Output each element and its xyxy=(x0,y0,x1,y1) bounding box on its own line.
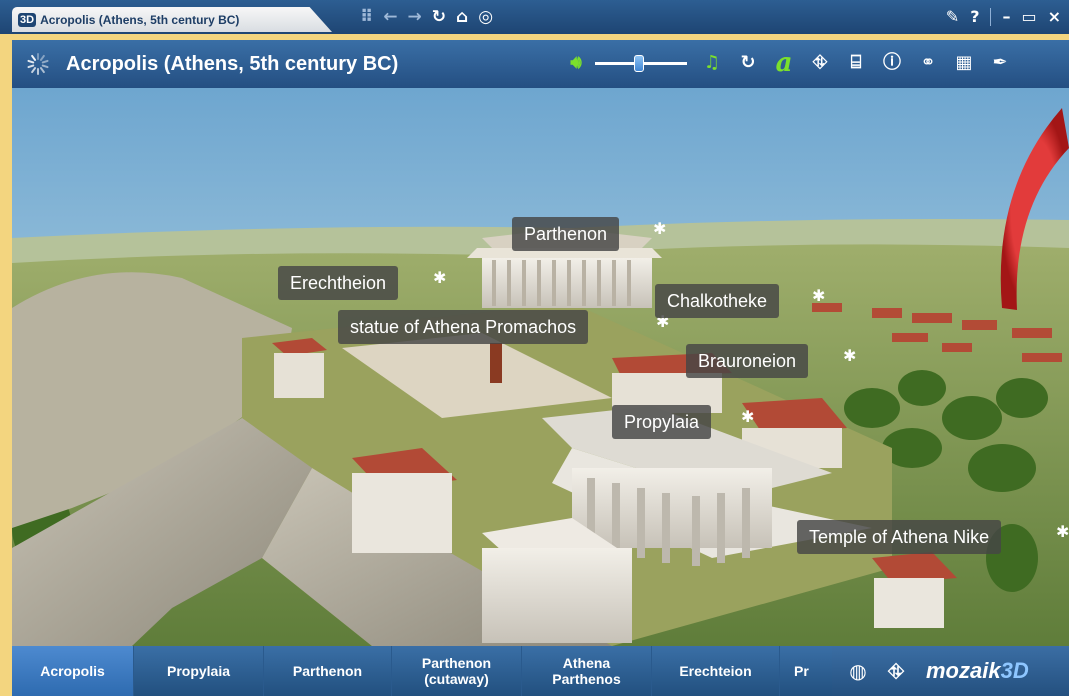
scene-nav-bar: Acropolis Propylaia Parthenon Parthenon … xyxy=(12,646,1069,696)
globe-icon[interactable]: ◍ xyxy=(846,659,870,683)
forward-arrow-icon[interactable]: → xyxy=(408,6,422,28)
hotspot-label-chalkotheke[interactable]: Chalkotheke xyxy=(655,284,780,318)
browser-nav: ⠿ ← → ↻ ⌂ ◎ xyxy=(360,6,493,28)
apps-icon[interactable]: ▦ xyxy=(953,49,975,77)
walk-icon[interactable]: ⛗ xyxy=(809,49,831,77)
spinner-ray xyxy=(37,53,39,60)
reload-icon[interactable]: ↻ xyxy=(432,6,446,28)
spinner-ray xyxy=(39,66,46,74)
hotspot-label-propylaia[interactable]: Propylaia xyxy=(612,405,712,439)
walk-mode-icon[interactable]: ⛗ xyxy=(884,659,908,683)
hotspot-star-icon[interactable]: ✱ xyxy=(741,407,754,426)
brand-suffix: 3D xyxy=(1000,658,1029,683)
back-arrow-icon[interactable]: ← xyxy=(383,6,397,28)
hotspot-star-icon[interactable]: ✱ xyxy=(433,268,446,287)
brand-name: mozaik xyxy=(926,658,1001,683)
tab-title: Acropolis (Athens, 5th century BC) xyxy=(40,12,240,27)
acropolis-scene xyxy=(12,88,1069,646)
replay-icon[interactable]: ↻ xyxy=(737,49,759,77)
hotspot-label-parthenon[interactable]: Parthenon xyxy=(512,217,620,251)
help-icon[interactable]: ? xyxy=(970,6,979,28)
hotspot-star-icon[interactable]: ✱ xyxy=(843,346,856,365)
settings-icon[interactable]: ✒ xyxy=(989,49,1011,77)
nav-item-more[interactable]: Pr xyxy=(780,646,840,696)
spinner-ray xyxy=(37,68,39,75)
3d-viewport[interactable]: Parthenon ✱ Erechtheion ✱ statue of Athe… xyxy=(12,88,1069,646)
hotspot-star-icon[interactable]: ✱ xyxy=(1056,522,1069,541)
title-bar: Acropolis (Athens, 5th century BC) 🔊︎ ♫ … xyxy=(12,40,1069,88)
camera-icon[interactable]: ⌸ xyxy=(845,49,867,77)
nav-item-erechteion[interactable]: Erechteion xyxy=(652,646,780,696)
hotspot-label-temple-of-athena-nike[interactable]: Temple of Athena Nike xyxy=(797,520,1002,554)
bottom-tools: ◍ ⛗ mozaik3D xyxy=(832,646,1069,696)
window-tab[interactable]: 3D Acropolis (Athens, 5th century BC) xyxy=(12,7,332,32)
volume-knob[interactable] xyxy=(634,55,645,72)
hotspot-label-brauroneion[interactable]: Brauroneion xyxy=(686,344,809,378)
pin-icon[interactable]: ✎ xyxy=(946,6,959,28)
hotspot-label-athena-promachos[interactable]: statue of Athena Promachos xyxy=(338,310,589,344)
nav-item-parthenon-cutaway[interactable]: Parthenon (cutaway) xyxy=(392,646,522,696)
nav-item-acropolis[interactable]: Acropolis xyxy=(12,646,134,696)
compass-icon[interactable]: ◎ xyxy=(478,6,493,28)
spinner-ray xyxy=(30,66,37,74)
link-icon[interactable]: ⚭ xyxy=(917,49,939,77)
hotspot-label-erechtheion[interactable]: Erechtheion xyxy=(278,266,399,300)
page-title: Acropolis (Athens, 5th century BC) xyxy=(66,52,399,75)
nav-item-parthenon[interactable]: Parthenon xyxy=(264,646,392,696)
toolbar: 🔊︎ ♫ ↻ a ⛗ ⌸ ⓘ ⚭ ▦ ✒ xyxy=(565,49,1011,77)
divider xyxy=(990,8,992,26)
speaker-icon[interactable]: 🔊︎ xyxy=(565,49,587,77)
minimize-icon[interactable]: – xyxy=(1002,6,1010,28)
grid-icon[interactable]: ⠿ xyxy=(360,6,373,28)
volume-slider[interactable] xyxy=(595,49,687,77)
brand-logo: mozaik3D xyxy=(926,658,1029,684)
hotspot-star-icon[interactable]: ✱ xyxy=(812,286,825,305)
close-icon[interactable]: × xyxy=(1048,6,1061,28)
font-icon[interactable]: a xyxy=(773,49,795,77)
music-icon[interactable]: ♫ xyxy=(701,49,723,77)
home-icon[interactable]: ⌂ xyxy=(456,6,468,28)
app-logo: 3D xyxy=(18,12,37,27)
window-controls: ✎ ? – ▭ × xyxy=(946,6,1061,28)
window-tab-bar: 3D Acropolis (Athens, 5th century BC) ⠿ … xyxy=(0,0,1069,34)
spinner-ray xyxy=(41,59,49,64)
maximize-icon[interactable]: ▭ xyxy=(1021,6,1036,28)
nav-item-athena-parthenos[interactable]: Athena Parthenos xyxy=(522,646,652,696)
info-icon[interactable]: ⓘ xyxy=(881,49,903,77)
nav-item-propylaia[interactable]: Propylaia xyxy=(134,646,264,696)
app-frame: 3D Acropolis (Athens, 5th century BC) ⠿ … xyxy=(0,0,1069,696)
hotspot-star-icon[interactable]: ✱ xyxy=(653,219,666,238)
loading-spinner-icon xyxy=(26,52,50,76)
